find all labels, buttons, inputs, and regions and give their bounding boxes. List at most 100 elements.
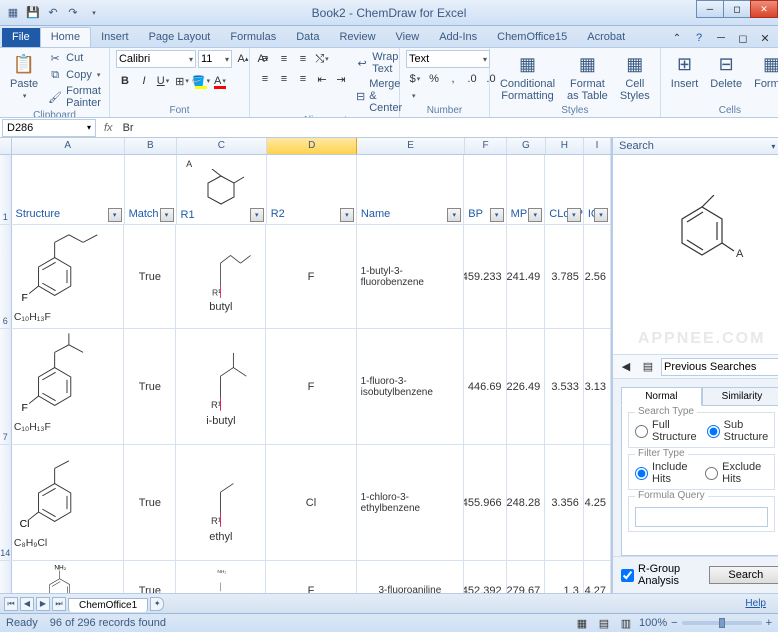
cell-ic[interactable]: 3.13 xyxy=(584,329,611,444)
prev-search-list-icon[interactable]: ▤ xyxy=(639,358,657,376)
row-header[interactable]: 7 xyxy=(0,329,12,444)
rgroup-checkbox[interactable]: R-Group Analysis xyxy=(621,563,701,587)
select-all-corner[interactable] xyxy=(0,138,12,154)
col-header-B[interactable]: B xyxy=(125,138,177,154)
underline-button[interactable]: U▾ xyxy=(154,72,172,90)
cell-structure[interactable]: FC₁₀H₁₃F xyxy=(12,225,125,328)
sub-structure-radio[interactable]: Sub Structure xyxy=(707,419,769,443)
indent-inc-icon[interactable]: ⇥ xyxy=(332,70,350,88)
close-button[interactable]: ✕ xyxy=(750,0,778,18)
filter-icon[interactable]: ▾ xyxy=(160,208,174,222)
doc-restore-icon[interactable]: ◻ xyxy=(734,29,752,47)
cell-name[interactable]: 1-butyl-3-fluorobenzene xyxy=(357,225,464,328)
row-header[interactable]: 6 xyxy=(0,225,12,328)
header-r1[interactable]: AR1▾ xyxy=(177,155,267,224)
tab-view[interactable]: View xyxy=(386,28,430,47)
row-header[interactable]: 1 xyxy=(0,155,12,224)
currency-icon[interactable]: $▾ xyxy=(406,70,424,88)
cell-clogp[interactable]: 3.356 xyxy=(545,445,584,560)
cell-r2[interactable]: F xyxy=(266,561,356,593)
cell-ic[interactable]: 4.27 xyxy=(584,561,611,593)
sheet-nav-first-icon[interactable]: ⏮ xyxy=(4,597,18,611)
percent-icon[interactable]: % xyxy=(425,70,443,88)
filter-icon[interactable]: ▾ xyxy=(594,208,608,222)
cell-r2[interactable]: F xyxy=(266,329,356,444)
filter-icon[interactable]: ▾ xyxy=(447,208,461,222)
row-header[interactable]: 14 xyxy=(0,445,12,560)
header-structure[interactable]: Structure▾ xyxy=(12,155,125,224)
tab-chemoffice[interactable]: ChemOffice15 xyxy=(487,28,577,47)
previous-searches-combo[interactable]: Previous Searches▾ xyxy=(661,358,778,376)
align-right-icon[interactable]: ≡ xyxy=(294,70,312,88)
cell-mp[interactable]: 241.49 xyxy=(507,225,546,328)
indent-dec-icon[interactable]: ⇤ xyxy=(313,70,331,88)
align-middle-icon[interactable]: ≡ xyxy=(275,50,293,68)
save-icon[interactable]: 💾 xyxy=(24,4,42,22)
cell-clogp[interactable]: 3.533 xyxy=(545,329,584,444)
undo-icon[interactable]: ↶ xyxy=(44,4,62,22)
col-header-D[interactable]: D xyxy=(267,138,357,154)
comma-icon[interactable]: , xyxy=(444,70,462,88)
align-left-icon[interactable]: ≡ xyxy=(256,70,274,88)
number-format-combo[interactable]: Text▾ xyxy=(406,50,490,68)
cell-bp[interactable]: 459.233 xyxy=(464,225,506,328)
view-layout-icon[interactable]: ▤ xyxy=(595,614,613,632)
doc-minimize-icon[interactable]: ─ xyxy=(712,29,730,47)
prev-search-back-icon[interactable]: ◀ xyxy=(617,358,635,376)
fill-color-button[interactable]: 🪣▾ xyxy=(192,72,210,90)
cell-r1[interactable]: R¹butyl xyxy=(176,225,266,328)
orientation-icon[interactable]: ⤭▾ xyxy=(313,50,331,68)
tab-file[interactable]: File xyxy=(2,28,40,47)
exclude-hits-radio[interactable]: Exclude Hits xyxy=(705,461,768,485)
sheet-nav-next-icon[interactable]: ▶ xyxy=(36,597,50,611)
format-table-button[interactable]: ▦Format as Table xyxy=(563,50,612,104)
cell-r2[interactable]: Cl xyxy=(266,445,356,560)
qat-more-icon[interactable]: ▾ xyxy=(85,4,103,22)
font-name-combo[interactable]: Calibri▾ xyxy=(116,50,196,68)
sheet-nav-prev-icon[interactable]: ◀ xyxy=(20,597,34,611)
cell-match[interactable]: True xyxy=(124,329,176,444)
header-ic[interactable]: IC5▾ xyxy=(584,155,611,224)
cell-bp[interactable]: 452.392 xyxy=(464,561,506,593)
tab-home[interactable]: Home xyxy=(40,27,91,47)
cell-match[interactable]: True xyxy=(124,561,176,593)
formula-input[interactable] xyxy=(119,122,778,134)
header-r2[interactable]: R2▾ xyxy=(267,155,357,224)
cell-bp[interactable]: 455.966 xyxy=(464,445,506,560)
fx-icon[interactable]: fx xyxy=(98,122,119,134)
cell-ic[interactable]: 4.25 xyxy=(584,445,611,560)
minimize-button[interactable]: ─ xyxy=(696,0,724,18)
cell-mp[interactable]: 226.49 xyxy=(507,329,546,444)
font-size-combo[interactable]: 11▾ xyxy=(198,50,232,68)
italic-button[interactable]: I xyxy=(135,72,153,90)
filter-icon[interactable]: ▾ xyxy=(250,208,264,222)
cell-structure[interactable]: FC₁₀H₁₃F xyxy=(12,329,125,444)
cell-r2[interactable]: F xyxy=(266,225,356,328)
formula-query-input[interactable] xyxy=(635,507,768,527)
tab-review[interactable]: Review xyxy=(329,28,385,47)
cell-r1[interactable]: NH₂R¹NH2 xyxy=(176,561,266,593)
tab-acrobat[interactable]: Acrobat xyxy=(577,28,635,47)
sheet-tab[interactable]: ChemOffice1 xyxy=(68,598,148,612)
include-hits-radio[interactable]: Include Hits xyxy=(635,461,695,485)
filter-icon[interactable]: ▾ xyxy=(567,208,581,222)
tab-similarity[interactable]: Similarity xyxy=(702,387,778,406)
new-sheet-icon[interactable]: ✦ xyxy=(150,597,164,611)
cell-bp[interactable]: 446.69 xyxy=(464,329,506,444)
row-header[interactable] xyxy=(0,561,12,593)
minimize-ribbon-icon[interactable]: ⌃ xyxy=(668,29,686,47)
full-structure-radio[interactable]: Full Structure xyxy=(635,419,697,443)
name-box[interactable]: D286▾ xyxy=(2,119,96,137)
font-color-button[interactable]: A▾ xyxy=(211,72,229,90)
col-header-F[interactable]: F xyxy=(465,138,507,154)
filter-icon[interactable]: ▾ xyxy=(490,208,504,222)
align-top-icon[interactable]: ≡ xyxy=(256,50,274,68)
cell-r1[interactable]: R¹ethyl xyxy=(176,445,266,560)
col-header-C[interactable]: C xyxy=(177,138,267,154)
tab-page-layout[interactable]: Page Layout xyxy=(139,28,221,47)
inc-decimal-icon[interactable]: .0 xyxy=(463,70,481,88)
border-button[interactable]: ⊞▾ xyxy=(173,72,191,90)
paste-button[interactable]: 📋Paste▾ xyxy=(6,50,42,102)
grid[interactable]: 1 Structure▾ Match▾ AR1▾ R2▾ Name▾ BP▾ M… xyxy=(0,155,611,593)
cell-name[interactable]: 1-chloro-3-ethylbenzene xyxy=(357,445,464,560)
